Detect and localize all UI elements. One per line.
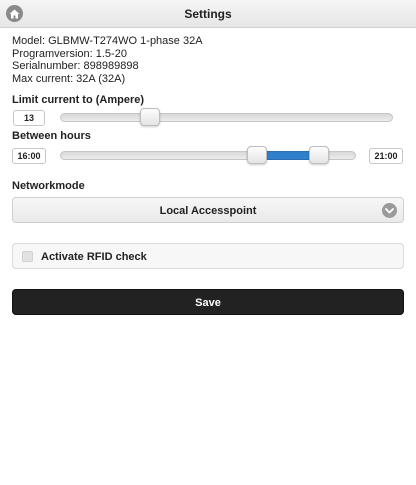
start-hour-slider-handle[interactable] [247, 146, 268, 164]
limit-current-slider-handle[interactable] [139, 108, 160, 126]
between-hours-label: Between hours [12, 130, 91, 142]
model-text: Model: GLBMW-T274WO 1-phase 32A [12, 35, 203, 47]
rfid-check-row[interactable]: Activate RFID check [12, 243, 404, 269]
header-bar: Settings [0, 0, 416, 28]
limit-current-label: Limit current to (Ampere) [12, 94, 145, 106]
max-current-text: Max current: 32A (32A) [12, 72, 126, 85]
save-button[interactable]: Save [12, 289, 404, 315]
network-mode-label: Networkmode [12, 180, 85, 192]
end-hour-input[interactable]: 21:00 [369, 148, 403, 164]
rfid-checkbox[interactable] [22, 251, 33, 262]
page-title: Settings [184, 7, 232, 21]
limit-current-value-input[interactable]: 13 [13, 110, 45, 126]
save-button-label: Save [195, 297, 221, 309]
start-hour-input[interactable]: 16:00 [12, 148, 46, 164]
device-info: Model: GLBMW-T274WO 1-phase 32A Programv… [12, 35, 203, 85]
settings-screen: Settings Model: GLBMW-T274WO 1-phase 32A… [0, 0, 416, 485]
network-mode-select[interactable]: Local Accesspoint [12, 197, 404, 223]
end-hour-slider-handle[interactable] [309, 146, 329, 164]
limit-current-slider-track[interactable] [60, 113, 393, 122]
rfid-check-label: Activate RFID check [41, 251, 147, 263]
serial-number-text: Serialnumber: 898989898 [12, 60, 139, 72]
program-version-text: Programversion: 1.5-20 [12, 47, 127, 60]
network-mode-selected-value: Local Accesspoint [159, 205, 257, 217]
chevron-down-icon [382, 203, 397, 218]
